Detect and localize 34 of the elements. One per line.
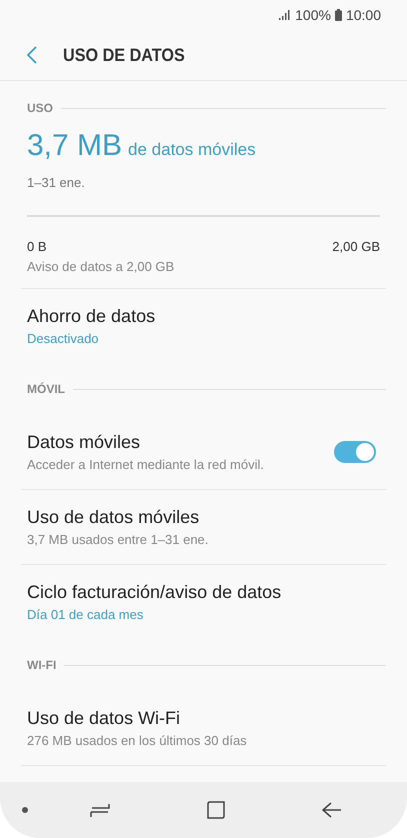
back-icon[interactable]: [322, 801, 342, 819]
item-subtitle: Acceder a Internet mediante la red móvil.: [27, 457, 264, 472]
usage-period: 1–31 ene.: [27, 175, 86, 190]
dot-icon[interactable]: [22, 807, 28, 813]
battery-percent: 100%: [295, 7, 331, 23]
item-title: Uso de datos móviles: [27, 507, 200, 528]
usage-amount-label: de datos móviles: [128, 140, 256, 160]
recents-icon[interactable]: [90, 801, 110, 819]
battery-icon: [334, 9, 342, 21]
section-label: MÓVIL: [27, 382, 65, 396]
usage-amount: 3,7 MB: [27, 129, 122, 163]
settings-item[interactable]: Ciclo facturación/aviso de datos Día 01 de cada mes: [27, 565, 386, 639]
settings-item[interactable]: Ahorro de datos Desactivado: [27, 289, 386, 363]
settings-item[interactable]: Uso de datos Wi-Fi 276 MB usados en los últimos 30 días: [27, 691, 386, 765]
item-title: Ciclo facturación/aviso de datos: [27, 582, 282, 603]
item-title: Ahorro de datos: [27, 306, 156, 327]
signal-icon: [279, 10, 292, 20]
item-title: Uso de datos Wi-Fi: [27, 708, 182, 729]
usage-warning: Aviso de datos a 2,00 GB: [27, 259, 176, 274]
toggle-switch[interactable]: [334, 441, 376, 463]
settings-item[interactable]: Uso de datos móviles 3,7 MB usados entre 1–31 ene.: [27, 490, 386, 564]
settings-item[interactable]: Datos móviles Acceder a Internet mediante la red móvil.: [27, 415, 386, 489]
section-label: WI-FI: [27, 658, 56, 672]
section-label: USO: [27, 101, 54, 115]
item-subtitle: Desactivado: [27, 331, 100, 346]
item-subtitle: 276 MB usados en los últimos 30 días: [27, 733, 247, 748]
item-subtitle: Día 01 de cada mes: [27, 607, 144, 622]
item-subtitle: 3,7 MB usados entre 1–31 ene.: [27, 532, 208, 547]
usage-min: 0 B: [27, 239, 47, 254]
status-time: 10:00: [346, 7, 381, 23]
item-title: Datos móviles: [27, 432, 142, 453]
usage-max: 2,00 GB: [332, 239, 380, 254]
page-title: USO DE DATOS: [63, 44, 185, 66]
home-icon[interactable]: [206, 801, 226, 819]
